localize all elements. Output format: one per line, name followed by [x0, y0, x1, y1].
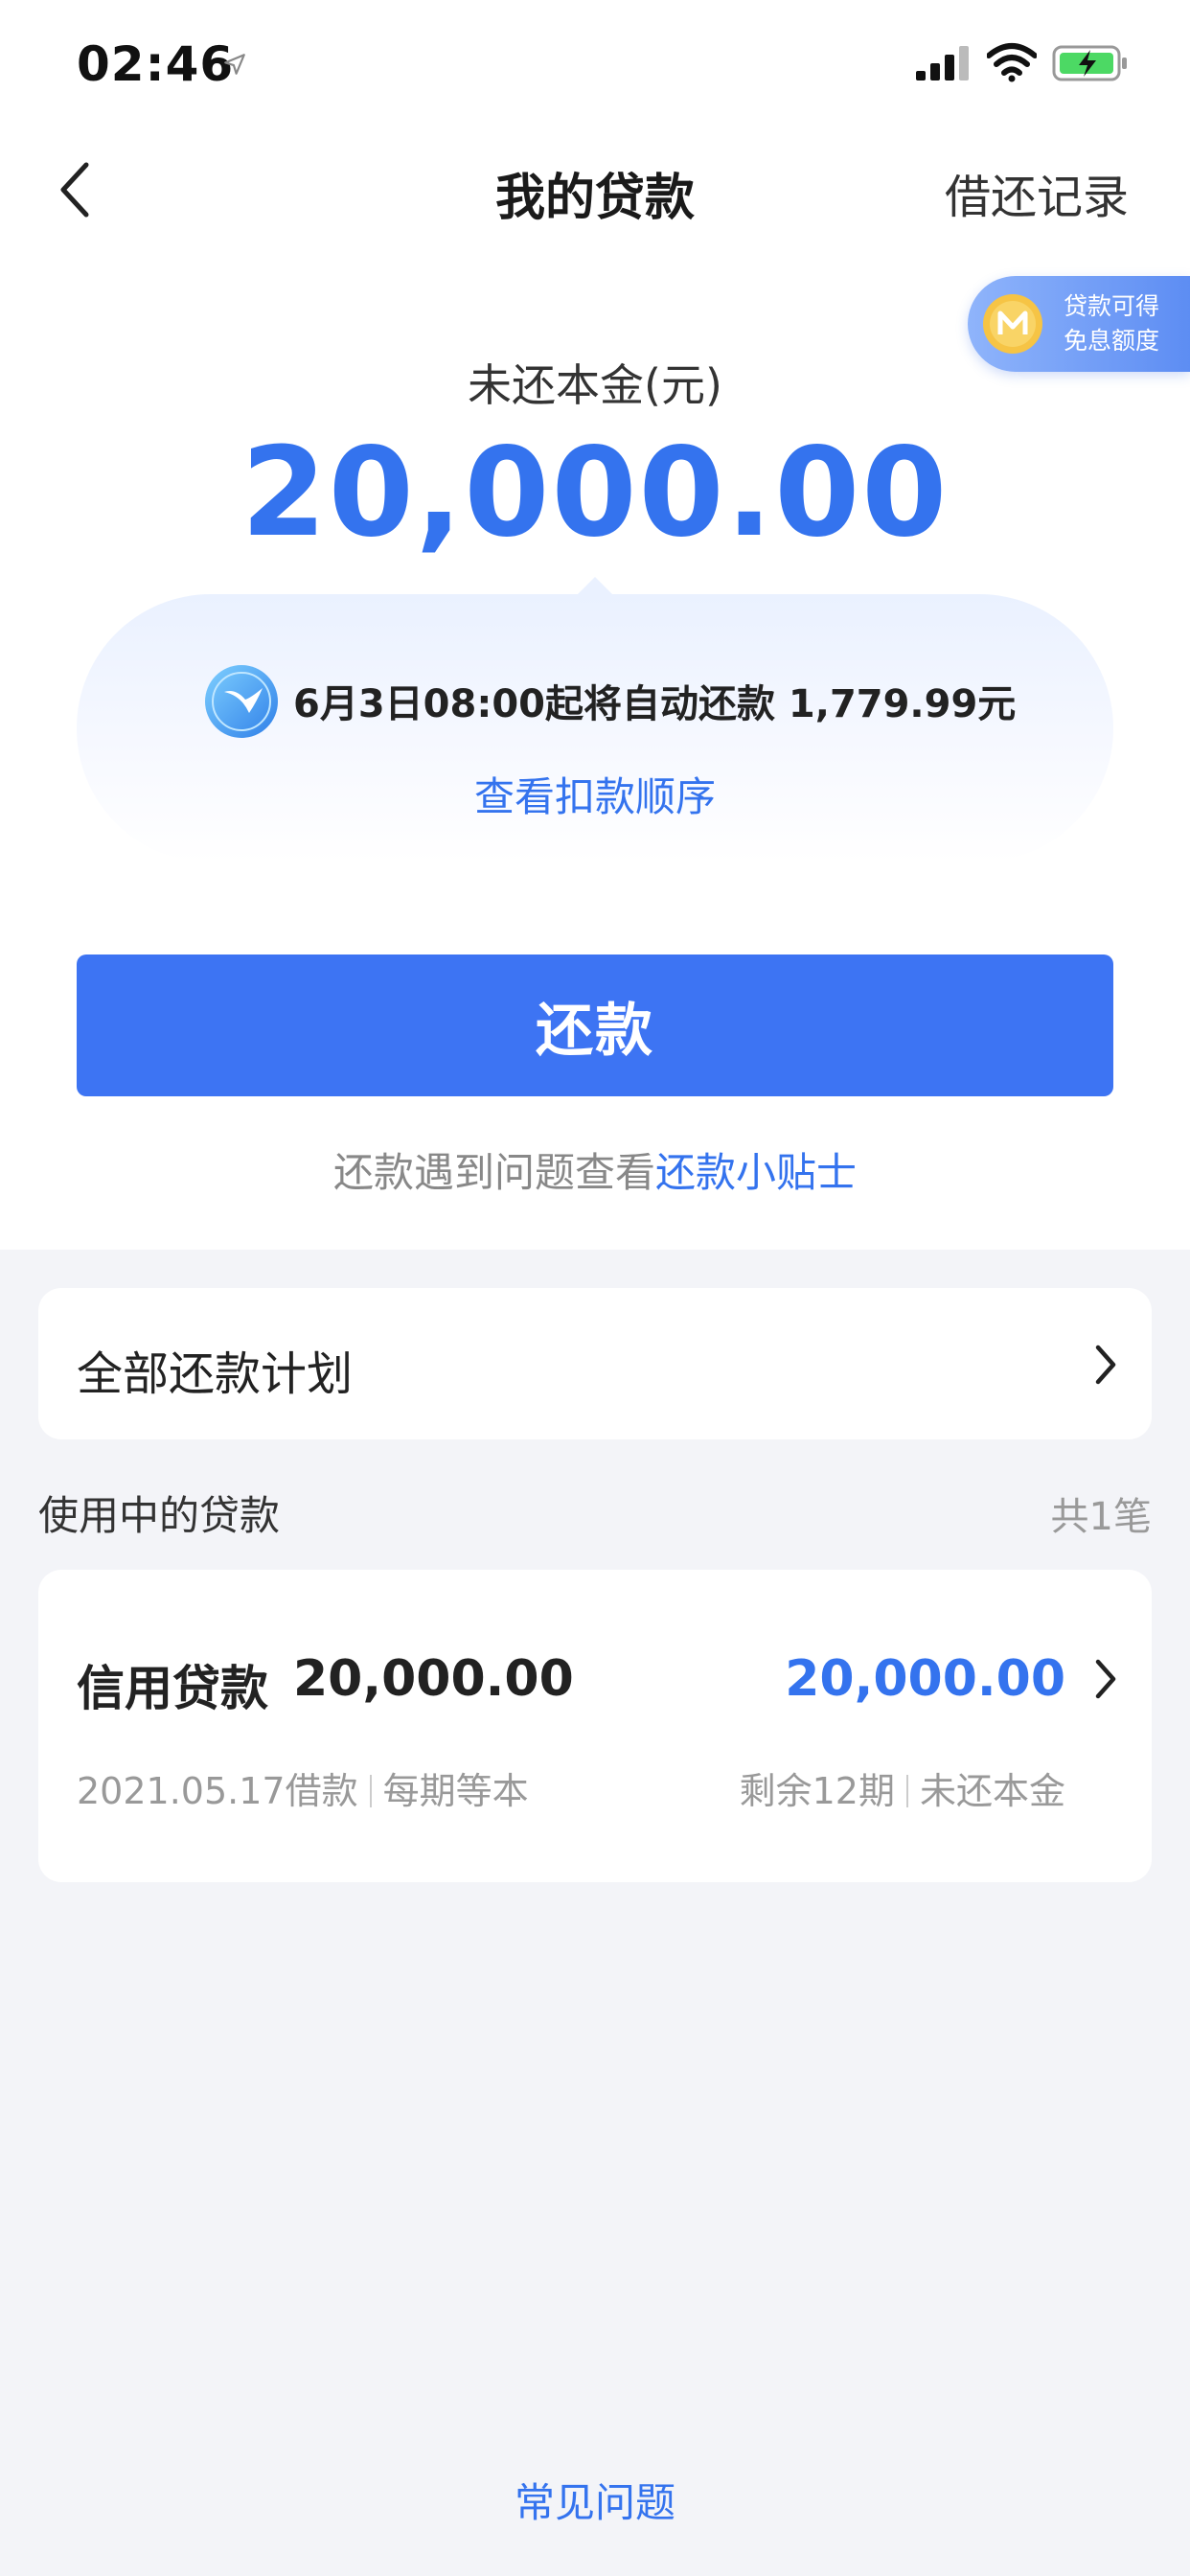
bird-badge-icon [205, 665, 278, 738]
deduction-order-link[interactable]: 查看扣款顺序 [0, 765, 1190, 823]
active-loans-count: 共1笔 [1050, 1495, 1152, 1539]
faq-link[interactable]: 常见问题 [0, 2471, 1190, 2529]
loan-history-link[interactable]: 借还记录 [945, 159, 1129, 226]
all-repayment-plan-row[interactable]: 全部还款计划 [38, 1288, 1152, 1439]
help-prefix: 还款遇到问题查看 [332, 1149, 655, 1196]
divider [905, 1775, 908, 1807]
location-arrow-icon [224, 54, 245, 75]
status-bar: 02:46 [0, 0, 1190, 128]
status-time: 02:46 [77, 36, 235, 92]
chevron-right-icon [1095, 1345, 1116, 1385]
loan-meta-left: 2021.05.17借款 每期等本 [77, 1761, 529, 1814]
loan-item[interactable]: 信用贷款 20,000.00 20,000.00 2021.05.17借款 每期等… [38, 1570, 1152, 1882]
wifi-icon [987, 43, 1037, 82]
cellular-signal-icon [916, 46, 969, 80]
help-line: 还款遇到问题查看还款小贴士 [0, 1140, 1190, 1199]
principal-label: 未还本金(元) [468, 359, 722, 411]
loan-date: 2021.05.17借款 [77, 1770, 358, 1812]
repay-button[interactable]: 还款 [77, 954, 1113, 1096]
promo-text: 贷款可得 免息额度 [1064, 289, 1186, 358]
battery-charging-icon [1052, 45, 1127, 81]
nav-bar: 我的贷款 借还记录 [0, 128, 1190, 253]
loan-periods: 剩余12期 [739, 1770, 895, 1812]
promo-line-1: 贷款可得 [1064, 292, 1160, 320]
chevron-right-icon [1095, 1659, 1116, 1699]
plan-label: 全部还款计划 [77, 1347, 354, 1401]
divider [369, 1775, 372, 1807]
repay-tips-link[interactable]: 还款小贴士 [655, 1149, 857, 1196]
loan-meta-right: 剩余12期 未还本金 [740, 1761, 1065, 1814]
active-loans-title: 使用中的贷款 [38, 1492, 281, 1539]
loan-name: 信用贷款 [77, 1661, 268, 1716]
auto-repay-text: 6月3日08:00起将自动还款 1,779.99元 [293, 682, 1017, 726]
coin-icon [983, 294, 1042, 354]
loan-remaining-amount: 20,000.00 [785, 1650, 1065, 1708]
loan-method: 每期等本 [382, 1770, 529, 1812]
bubble-pointer [576, 577, 614, 596]
principal-amount: 20,000.00 [240, 422, 950, 564]
loan-remaining-label: 未还本金 [919, 1770, 1065, 1812]
loan-amount: 20,000.00 [293, 1650, 574, 1708]
